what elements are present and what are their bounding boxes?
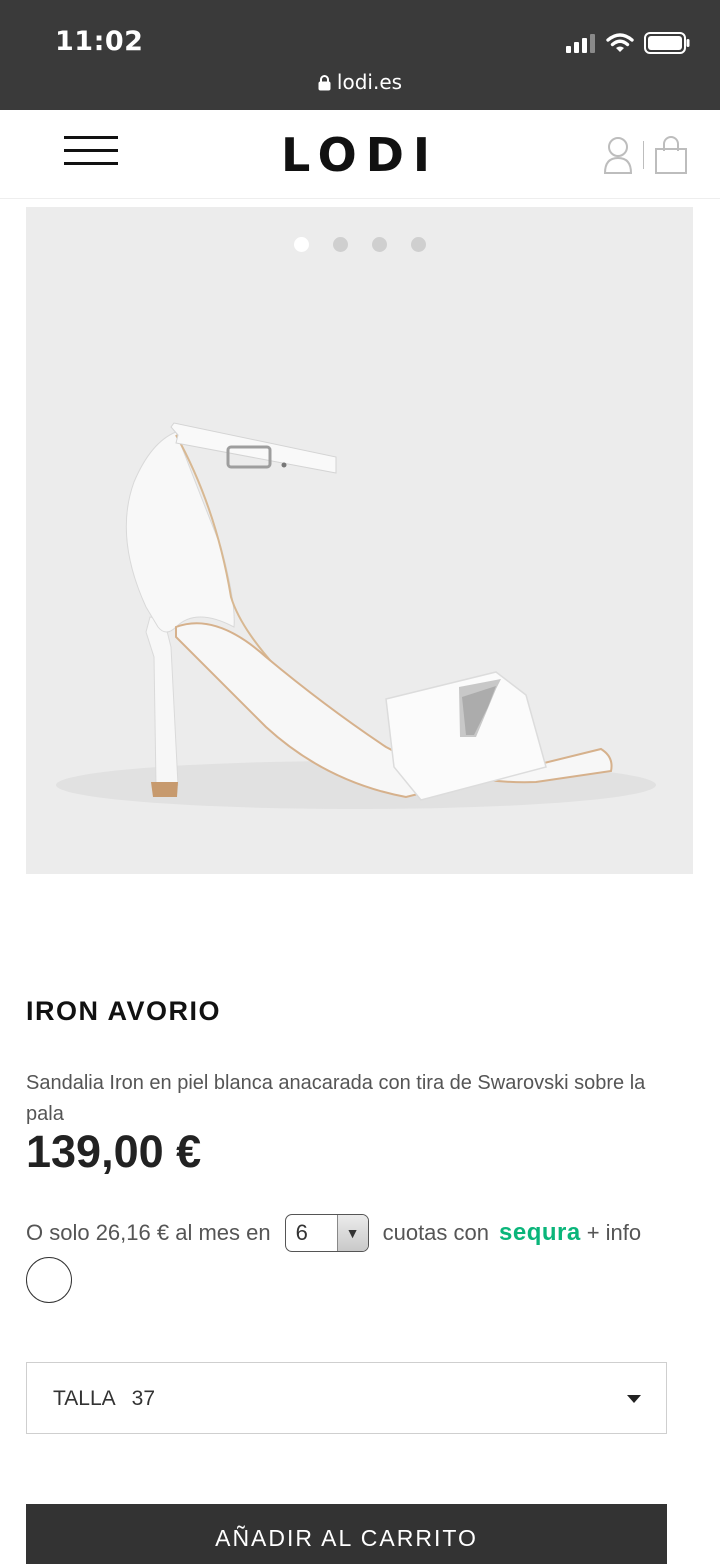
financing-suffix: cuotas con — [382, 1220, 489, 1245]
product-image — [56, 422, 656, 809]
signal-icon — [566, 34, 595, 53]
pagination-dot[interactable] — [371, 237, 387, 252]
product-price: 139,00 € — [26, 1126, 202, 1177]
user-icon[interactable] — [603, 136, 633, 174]
sequra-logo: sequra — [499, 1219, 581, 1246]
wifi-icon — [606, 33, 634, 52]
size-select[interactable]: TALLA 37 — [26, 1362, 667, 1434]
status-bar: 11:02 lodi.es — [0, 0, 720, 110]
size-label: TALLA — [53, 1387, 116, 1410]
battery-icon — [644, 32, 690, 54]
status-icons — [566, 32, 690, 54]
url-text: lodi.es — [336, 70, 403, 94]
header-divider — [642, 141, 644, 169]
product-gallery[interactable] — [26, 207, 693, 874]
add-to-cart-button[interactable]: AÑADIR AL CARRITO — [26, 1504, 667, 1564]
pagination-dot[interactable] — [332, 237, 348, 252]
shopping-bag-icon[interactable] — [654, 136, 688, 174]
financing-radio[interactable] — [26, 1257, 72, 1303]
financing-row: O solo 26,16 € al mes en 6 ▼ cuotas con … — [26, 1214, 706, 1252]
address-bar[interactable]: lodi.es — [0, 70, 720, 94]
chevron-down-icon: ▼ — [336, 1215, 368, 1251]
lock-icon — [318, 75, 331, 91]
header-actions — [603, 136, 689, 174]
more-info-link[interactable]: + info — [587, 1220, 641, 1246]
gallery-pagination — [26, 237, 693, 252]
site-header: LODI — [0, 110, 720, 199]
pagination-dot[interactable] — [293, 237, 309, 252]
status-time: 11:02 — [55, 26, 144, 57]
size-field: TALLA 37 — [53, 1387, 155, 1411]
installments-select[interactable]: 6 ▼ — [284, 1214, 369, 1252]
caret-down-icon — [627, 1395, 641, 1403]
product-title: IRON AVORIO — [26, 996, 222, 1026]
pagination-dot[interactable] — [410, 237, 426, 252]
installments-value: 6 — [295, 1220, 308, 1245]
size-value: 37 — [131, 1387, 156, 1410]
financing-prefix: O solo 26,16 € al mes en — [26, 1220, 271, 1245]
product-description: Sandalia Iron en piel blanca anacarada c… — [26, 1072, 646, 1125]
